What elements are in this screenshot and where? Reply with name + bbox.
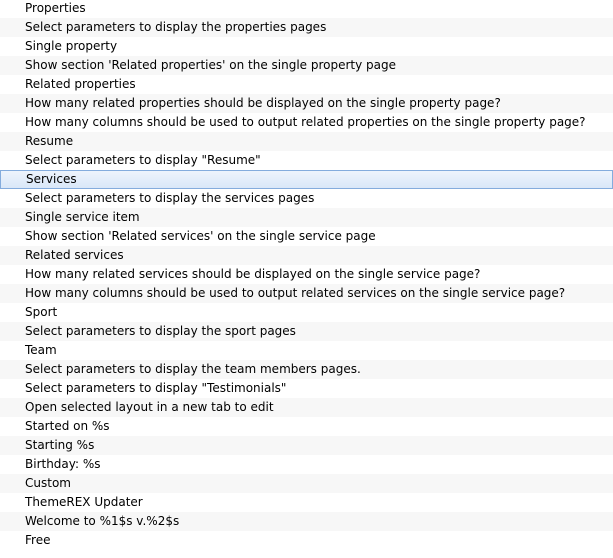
list-item[interactable]: Started on %s — [0, 417, 613, 436]
list-item-label: Welcome to %1$s v.%2$s — [25, 514, 180, 528]
list-item-label: Starting %s — [25, 438, 95, 452]
list-item[interactable]: Select parameters to display the team me… — [0, 360, 613, 379]
list-item-label: Team — [25, 343, 57, 357]
list-item[interactable]: Resume — [0, 132, 613, 151]
list-item-label: Show section 'Related services' on the s… — [25, 229, 376, 243]
list-item-label: Show section 'Related properties' on the… — [25, 58, 397, 72]
list-item[interactable]: How many related services should be disp… — [0, 265, 613, 284]
list-item-label: Select parameters to display the propert… — [25, 20, 327, 34]
list-item-label: How many columns should be used to outpu… — [25, 115, 586, 129]
list-item[interactable]: Single property — [0, 37, 613, 56]
list-item[interactable]: Welcome to %1$s v.%2$s — [0, 512, 613, 531]
list-item[interactable]: Single service item — [0, 208, 613, 227]
list-item-label: Single property — [25, 39, 118, 53]
list-item[interactable]: How many columns should be used to outpu… — [0, 284, 613, 303]
list-item-label: Select parameters to display "Resume" — [25, 153, 261, 167]
list-item-label: Started on %s — [25, 419, 110, 433]
list-item-label: How many related properties should be di… — [25, 96, 501, 110]
list-item[interactable]: How many related properties should be di… — [0, 94, 613, 113]
list-item[interactable]: Birthday: %s — [0, 455, 613, 474]
list-item-label: Birthday: %s — [25, 457, 101, 471]
list-item[interactable]: Show section 'Related services' on the s… — [0, 227, 613, 246]
list-item-label: Resume — [25, 134, 74, 148]
list-item[interactable]: Open selected layout in a new tab to edi… — [0, 398, 613, 417]
list-item[interactable]: Show section 'Related properties' on the… — [0, 56, 613, 75]
list-item-label: ThemeREX Updater — [25, 495, 143, 509]
list-item-label: Custom — [25, 476, 71, 490]
list-item-label: Properties — [25, 1, 86, 15]
list-item-label: Free — [25, 533, 51, 547]
list-item-label: How many related services should be disp… — [25, 267, 481, 281]
list-item[interactable]: Select parameters to display "Testimonia… — [0, 379, 613, 398]
list-item[interactable]: Select parameters to display the service… — [0, 189, 613, 208]
list-item-label: Select parameters to display the service… — [25, 191, 315, 205]
list-item[interactable]: Sport — [0, 303, 613, 322]
list-item[interactable]: Related properties — [0, 75, 613, 94]
list-item[interactable]: Select parameters to display "Resume" — [0, 151, 613, 170]
list-item[interactable]: Select parameters to display the propert… — [0, 18, 613, 37]
list-item-label: Open selected layout in a new tab to edi… — [25, 400, 274, 414]
list-item-label: Select parameters to display "Testimonia… — [25, 381, 287, 395]
list-item-label: Related properties — [25, 77, 136, 91]
list-item[interactable]: Free — [0, 531, 613, 550]
list-item-label: Related services — [25, 248, 124, 262]
list-item[interactable]: Starting %s — [0, 436, 613, 455]
list-item[interactable]: Properties — [0, 0, 613, 18]
list-item[interactable]: Team — [0, 341, 613, 360]
string-list: Properties Select parameters to display … — [0, 0, 613, 550]
list-item[interactable]: Select parameters to display the sport p… — [0, 322, 613, 341]
list-item-selected[interactable]: Services — [0, 170, 613, 189]
list-item-label: Select parameters to display the team me… — [25, 362, 361, 376]
list-item-label: Sport — [25, 305, 58, 319]
list-item[interactable]: How many columns should be used to outpu… — [0, 113, 613, 132]
list-item-label: Select parameters to display the sport p… — [25, 324, 296, 338]
list-item-label: How many columns should be used to outpu… — [25, 286, 566, 300]
list-item-label: Services — [26, 172, 77, 186]
list-item[interactable]: Custom — [0, 474, 613, 493]
list-item-label: Single service item — [25, 210, 140, 224]
list-item[interactable]: Related services — [0, 246, 613, 265]
list-item[interactable]: ThemeREX Updater — [0, 493, 613, 512]
